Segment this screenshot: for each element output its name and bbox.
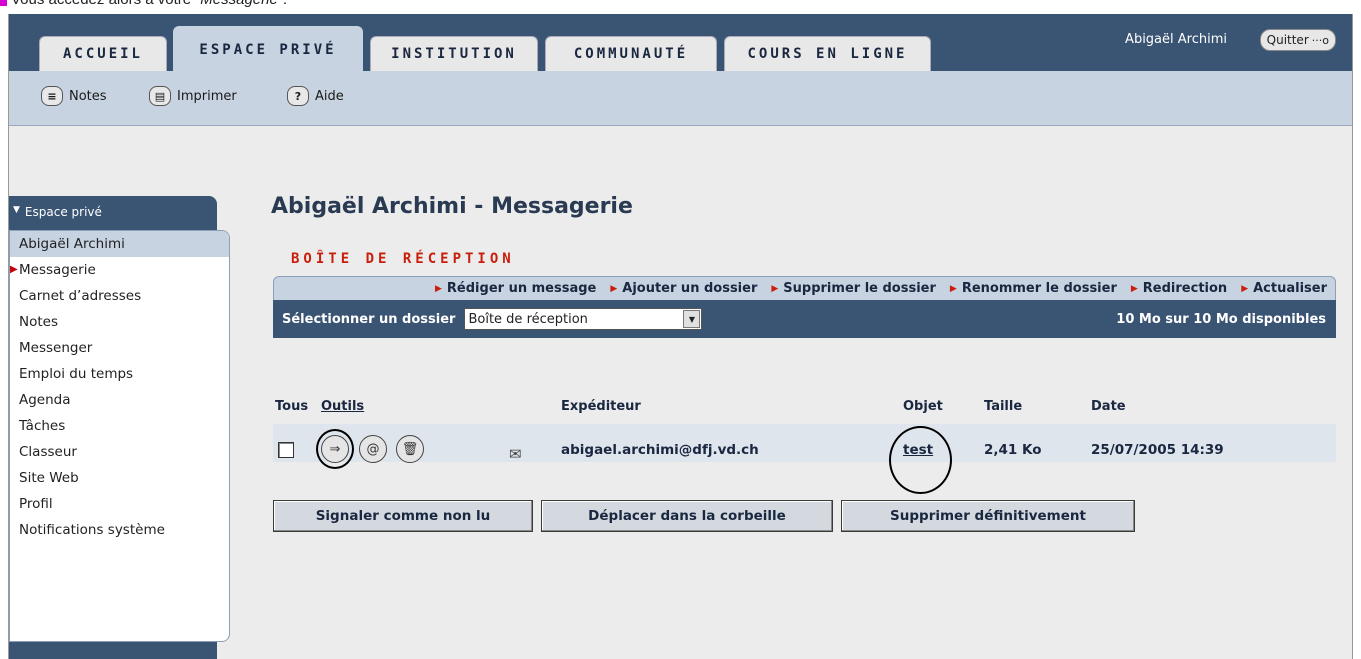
folder-select-value: Boîte de réception [468, 311, 588, 327]
tab-accueil[interactable]: ACCUEIL [39, 36, 167, 71]
sidebar-menu: Abigaël Archimi ▶ Messagerie Carnet d’ad… [9, 230, 230, 642]
sidebar-item-profil[interactable]: Profil [10, 491, 229, 517]
message-sender[interactable]: abigael.archimi@dfj.vd.ch [561, 442, 759, 458]
action-bar: ▶ Rédiger un message ▶ Ajouter un dossier … [273, 276, 1336, 300]
rename-folder-link[interactable]: ▶ Renommer le dossier [950, 281, 1117, 296]
power-icon: ···o [1311, 33, 1329, 47]
arrow-right-icon: ▶ [949, 283, 957, 294]
toolbar-notes-label: Notes [69, 88, 107, 104]
column-tools: Outils [321, 399, 365, 414]
action-label: Renommer le dossier [961, 281, 1117, 296]
sidebar-item-emploi-du-temps[interactable]: Emploi du temps [10, 361, 229, 387]
app-window: ACCUEIL ESPACE PRIVÉ INSTITUTION COMMUNA… [8, 14, 1353, 659]
bullet-marker [0, 0, 7, 6]
action-label: Ajouter un dossier [622, 281, 758, 296]
delete-permanently-button[interactable]: Supprimer définitivement [841, 500, 1135, 532]
action-label: Supprimer le dossier [783, 281, 936, 296]
sidebar-item-user[interactable]: Abigaël Archimi [10, 231, 229, 257]
redirection-link[interactable]: ▶ Redirection [1131, 281, 1227, 296]
mark-unread-button[interactable]: Signaler comme non lu [273, 500, 533, 532]
quit-button[interactable]: Quitter ···o [1259, 29, 1336, 51]
move-to-trash-button[interactable]: Déplacer dans la corbeille [541, 500, 833, 532]
tab-cours-en-ligne[interactable]: COURS EN LIGNE [724, 36, 931, 71]
message-checkbox[interactable] [278, 442, 294, 458]
sidebar-item-carnet-adresses[interactable]: Carnet d’adresses [10, 283, 229, 309]
arrow-right-icon: ▶ [435, 283, 442, 294]
reply-icon[interactable]: @ [359, 435, 387, 463]
sidebar-header[interactable]: ▼ Espace privé [13, 205, 102, 219]
quota-info: 10 Mo sur 10 Mo disponibles [1116, 311, 1326, 327]
sidebar-item-notes[interactable]: Notes [10, 309, 229, 335]
section-title: BOÎTE DE RÉCEPTION [291, 251, 515, 267]
column-all[interactable]: Tous [275, 399, 308, 414]
toolbar-help[interactable]: ? Aide [287, 86, 344, 106]
delete-folder-link[interactable]: ▶ Supprimer le dossier [771, 281, 936, 296]
folder-select[interactable]: Boîte de réception ▼ [464, 308, 703, 330]
arrow-right-icon: ▶ [610, 283, 618, 294]
active-arrow-icon: ▶ [10, 264, 18, 275]
envelope-icon: ✉ [509, 445, 522, 463]
sidebar-item-notifications[interactable]: Notifications système [10, 517, 229, 543]
folder-bar: Sélectionner un dossier Boîte de récepti… [273, 300, 1336, 338]
caption-emphasis: “Messagerie” [195, 0, 283, 8]
sidebar-item-label: Messagerie [19, 262, 96, 278]
caption-text: Vous accédez alors à votre “Messagerie”. [11, 0, 287, 8]
toolbar-print[interactable]: ▤ Imprimer [149, 86, 237, 106]
sidebar-item-taches[interactable]: Tâches [10, 413, 229, 439]
arrow-right-icon: ▶ [771, 283, 779, 294]
caption-prefix: Vous accédez alors à votre [11, 0, 191, 8]
collapse-triangle-icon: ▼ [13, 205, 20, 215]
column-date[interactable]: Date [1091, 399, 1126, 414]
sidebar-header-label: Espace privé [24, 205, 102, 219]
folder-select-label: Sélectionner un dossier [282, 311, 456, 327]
sidebar-item-messenger[interactable]: Messenger [10, 335, 229, 361]
arrow-right-icon: ▶ [1241, 283, 1249, 294]
message-subject-link[interactable]: test [903, 442, 933, 458]
column-subject[interactable]: Objet [903, 399, 943, 414]
add-folder-link[interactable]: ▶ Ajouter un dossier [610, 281, 757, 296]
toolbar-print-label: Imprimer [177, 88, 237, 104]
page-title: Abigaël Archimi - Messagerie [271, 194, 633, 219]
toolbar-notes[interactable]: ≡ Notes [41, 86, 107, 106]
dropdown-arrow-icon[interactable]: ▼ [683, 310, 701, 328]
sidebar: ▼ Espace privé Abigaël Archimi ▶ Message… [9, 196, 230, 659]
caption: Vous accédez alors à votre “Messagerie”. [0, 0, 1361, 14]
column-size[interactable]: Taille [984, 399, 1022, 414]
trash-icon[interactable]: 🗑 [396, 435, 424, 463]
forward-icon[interactable]: ⇒ [321, 435, 349, 463]
tab-communaute[interactable]: COMMUNAUTÉ [545, 36, 717, 71]
header: ACCUEIL ESPACE PRIVÉ INSTITUTION COMMUNA… [9, 14, 1352, 72]
sidebar-item-site-web[interactable]: Site Web [10, 465, 229, 491]
header-user-name: Abigaël Archimi [1125, 32, 1227, 47]
tab-espace-prive[interactable]: ESPACE PRIVÉ [173, 26, 363, 72]
action-label: Actualiser [1253, 281, 1327, 296]
caption-suffix: . [283, 0, 287, 8]
compose-message-link[interactable]: ▶ Rédiger un message [435, 281, 596, 296]
sidebar-item-messagerie[interactable]: ▶ Messagerie [10, 257, 229, 283]
tab-institution[interactable]: INSTITUTION [370, 36, 538, 71]
toolbar-help-label: Aide [315, 88, 344, 104]
notes-icon: ≡ [41, 86, 63, 106]
help-icon: ? [287, 86, 309, 106]
sidebar-item-classeur[interactable]: Classeur [10, 439, 229, 465]
arrow-right-icon: ▶ [1130, 283, 1138, 294]
column-sender[interactable]: Expéditeur [561, 399, 641, 414]
message-size: 2,41 Ko [984, 442, 1042, 458]
action-label: Rédiger un message [446, 281, 597, 296]
message-date: 25/07/2005 14:39 [1091, 442, 1224, 458]
quit-label: Quitter [1266, 33, 1309, 47]
print-icon: ▤ [149, 86, 171, 106]
refresh-link[interactable]: ▶ Actualiser [1241, 281, 1327, 296]
toolbar: ≡ Notes ▤ Imprimer ? Aide [9, 71, 1352, 126]
sidebar-item-agenda[interactable]: Agenda [10, 387, 229, 413]
action-label: Redirection [1142, 281, 1228, 296]
